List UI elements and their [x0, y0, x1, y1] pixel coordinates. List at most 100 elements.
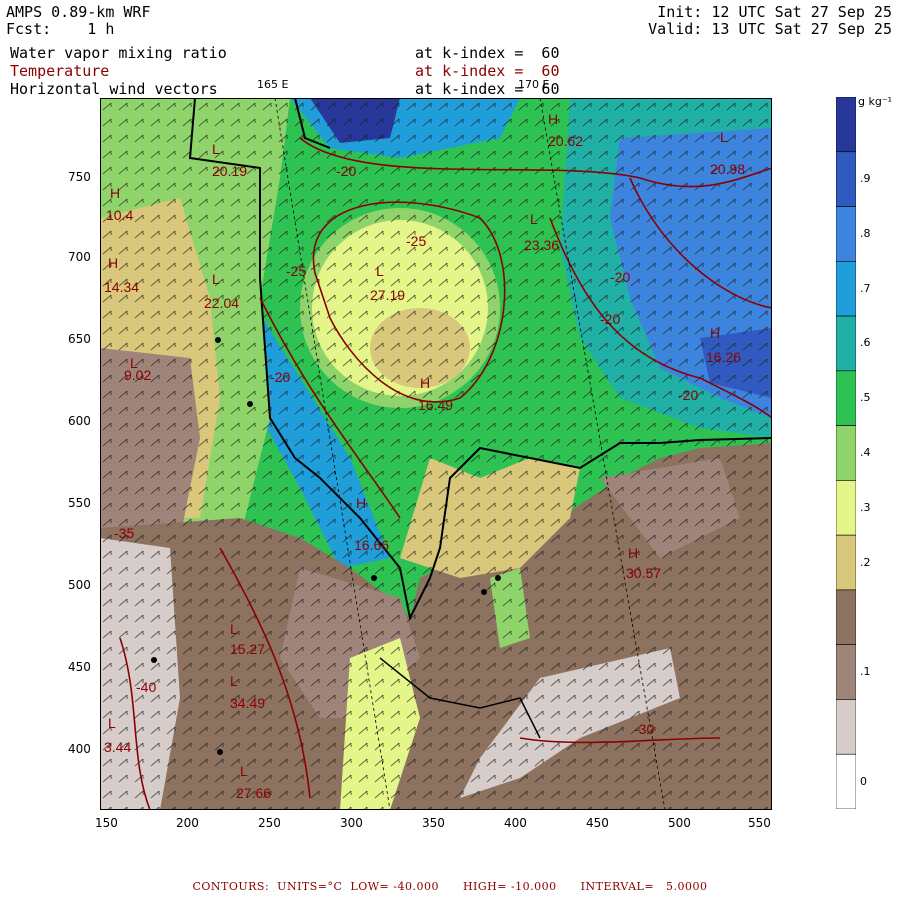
- y-tick-label: 500: [68, 578, 91, 592]
- y-tick-label: 450: [68, 660, 91, 674]
- colorbar-swatch: [836, 480, 856, 536]
- colorbar-swatch: [836, 261, 856, 317]
- hl-value: 27.19: [370, 287, 405, 303]
- hl-value: 9.02: [124, 367, 151, 383]
- forecast-label: Fcst: 1 h: [6, 21, 114, 38]
- hl-value: 20.98: [710, 161, 745, 177]
- x-tick-label: 550: [748, 816, 771, 830]
- x-tick-label: 300: [340, 816, 363, 830]
- colorbar-swatch: [836, 151, 856, 207]
- y-tick-label: 750: [68, 170, 91, 184]
- contour-label: -25: [286, 263, 306, 279]
- y-tick-label: 700: [68, 250, 91, 264]
- hl-annotation: H: [108, 255, 118, 271]
- hl-value: 22.04: [204, 295, 239, 311]
- hl-value: 16.66: [354, 537, 389, 553]
- field-level-mixing-ratio: at k-index = 60: [415, 44, 560, 62]
- colorbar-tick-label: .5: [860, 391, 871, 405]
- valid-time: Valid: 13 UTC Sat 27 Sep 25: [648, 20, 892, 38]
- hl-value: 30.57: [626, 565, 661, 581]
- y-tick-label: 400: [68, 742, 91, 756]
- y-tick-label: 550: [68, 496, 91, 510]
- hl-value: 27.66: [236, 785, 271, 801]
- hl-value: 16.26: [706, 349, 741, 365]
- colorbar-tick-label: .9: [860, 172, 871, 186]
- contour-label: -40: [136, 679, 156, 695]
- colorbar-tick-label: .4: [860, 446, 871, 459]
- lon-label-170e: 170 E: [518, 78, 550, 91]
- station-dot: [151, 657, 157, 663]
- x-tick-label: 250: [258, 816, 281, 830]
- hl-value: 34.49: [230, 695, 265, 711]
- contour-label: -35: [114, 525, 134, 541]
- colorbar-swatch: [836, 206, 856, 262]
- hl-annotation: L: [376, 263, 384, 279]
- hl-value: 3.44: [104, 739, 131, 755]
- y-tick-label: 600: [68, 414, 91, 428]
- station-dot: [481, 589, 487, 595]
- contour-label: -20: [336, 163, 356, 179]
- init-time: Init: 12 UTC Sat 27 Sep 25: [657, 3, 892, 21]
- hl-annotation: L: [530, 211, 538, 227]
- hl-annotation: L: [230, 621, 238, 637]
- field-name-wind: Horizontal wind vectors: [10, 80, 218, 98]
- colorbar-unit: g kg⁻¹: [858, 95, 893, 108]
- colorbar-swatch: [836, 644, 856, 700]
- colorbar-swatch: [836, 97, 856, 153]
- x-tick-label: 150: [95, 816, 118, 830]
- hl-annotation: L: [230, 673, 238, 689]
- lon-label-165e: 165 E: [257, 78, 289, 91]
- contour-label: -20: [610, 269, 630, 285]
- field-name-mixing-ratio: Water vapor mixing ratio: [10, 44, 227, 62]
- contour-label: -30: [634, 721, 654, 737]
- fcst-value: 1 h: [87, 20, 115, 38]
- fcst-label: Fcst:: [6, 20, 52, 38]
- colorbar: [836, 97, 856, 809]
- hl-annotation: L: [212, 271, 220, 287]
- hl-value: 20.62: [548, 133, 583, 149]
- hl-annotation: L: [240, 763, 248, 779]
- colorbar-swatch: [836, 534, 856, 591]
- hl-annotation: H: [710, 325, 720, 341]
- x-tick-label: 350: [422, 816, 445, 830]
- station-dot: [247, 401, 253, 407]
- contour-label: -20: [600, 311, 620, 327]
- hl-value: 10.4: [106, 207, 133, 223]
- x-tick-label: 400: [504, 816, 527, 830]
- colorbar-tick-label: .3: [860, 500, 871, 514]
- hl-annotation: H: [548, 111, 558, 127]
- model-title: AMPS 0.89-km WRF: [6, 3, 151, 21]
- station-dot: [215, 337, 221, 343]
- colorbar-swatch: [836, 753, 856, 809]
- colorbar-swatch: [836, 370, 856, 426]
- colorbar-swatch: [836, 699, 856, 755]
- contour-label: -20: [270, 369, 290, 385]
- hl-value: 20.19: [212, 163, 247, 179]
- colorbar-swatch: [836, 589, 856, 645]
- colorbar-tick-label: .8: [860, 226, 871, 240]
- x-tick-label: 500: [668, 816, 691, 830]
- colorbar-tick-label: .6: [860, 336, 871, 350]
- x-tick-label: 450: [586, 816, 609, 830]
- colorbar-swatch: [836, 425, 856, 481]
- hl-annotation: L: [212, 141, 220, 157]
- colorbar-tick-label: .7: [860, 281, 871, 295]
- field-name-temperature: Temperature: [10, 62, 110, 80]
- contour-label: -25: [406, 233, 426, 249]
- station-dot: [371, 575, 377, 581]
- hl-annotation: H: [356, 495, 366, 511]
- colorbar-tick-label: .1: [860, 665, 871, 679]
- colorbar-swatch: [836, 315, 856, 372]
- station-dot: [217, 749, 223, 755]
- hl-annotation: L: [108, 715, 116, 731]
- hl-value: 23.36: [524, 237, 559, 253]
- hl-value: 16.49: [418, 397, 453, 413]
- contour-info-footer: CONTOURS: UNITS=°C LOW= -40.000 HIGH= -1…: [192, 880, 708, 893]
- colorbar-tick-label: .2: [860, 555, 871, 569]
- contour-label: -20: [678, 387, 698, 403]
- x-tick-label: 200: [176, 816, 199, 830]
- station-dot: [495, 575, 501, 581]
- hl-value: 14.34: [104, 279, 139, 295]
- hl-annotation: H: [420, 375, 430, 391]
- hl-value: 15.27: [230, 641, 265, 657]
